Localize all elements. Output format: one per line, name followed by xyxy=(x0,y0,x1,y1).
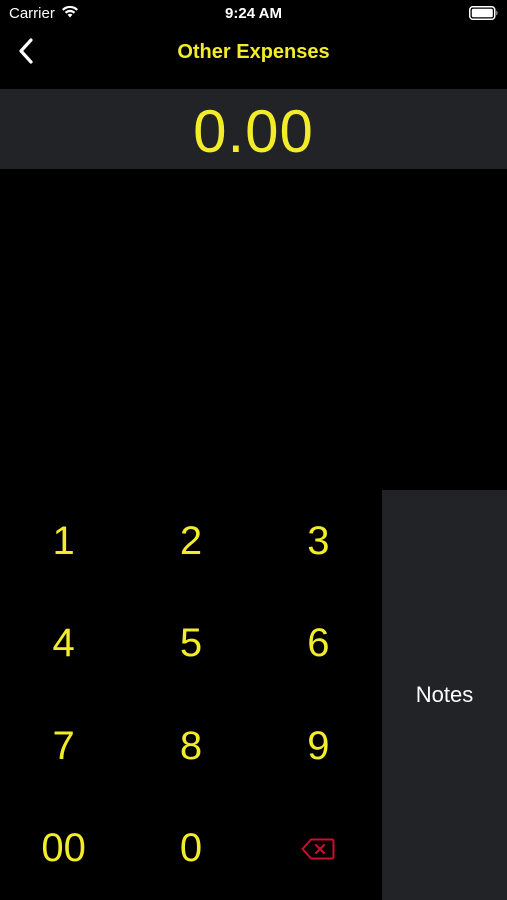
nav-bar: Other Expenses xyxy=(0,28,507,88)
keypad: 1 2 3 4 5 6 7 8 9 00 0 xyxy=(0,490,382,900)
amount-display: 0.00 xyxy=(0,89,507,169)
notes-button[interactable]: Notes xyxy=(382,490,507,900)
key-8[interactable]: 8 xyxy=(127,695,255,798)
screen: Carrier 9:24 AM Other Expenses 0.00 1 2 … xyxy=(0,0,507,900)
key-7[interactable]: 7 xyxy=(0,695,128,798)
key-9[interactable]: 9 xyxy=(254,695,382,798)
key-3[interactable]: 3 xyxy=(254,490,382,593)
backspace-icon xyxy=(301,838,335,860)
key-0[interactable]: 0 xyxy=(127,797,255,900)
amount-value: 0.00 xyxy=(193,98,314,165)
key-5[interactable]: 5 xyxy=(127,592,255,695)
status-time: 9:24 AM xyxy=(225,5,282,22)
page-title: Other Expenses xyxy=(177,41,330,63)
status-bar: Carrier 9:24 AM xyxy=(0,0,507,28)
notes-label: Notes xyxy=(415,682,474,707)
backspace-button[interactable] xyxy=(254,797,382,900)
battery-icon xyxy=(469,6,499,24)
key-2[interactable]: 2 xyxy=(127,490,255,593)
key-00[interactable]: 00 xyxy=(0,797,128,900)
key-4[interactable]: 4 xyxy=(0,592,128,695)
key-6[interactable]: 6 xyxy=(254,592,382,695)
key-1[interactable]: 1 xyxy=(0,490,128,593)
